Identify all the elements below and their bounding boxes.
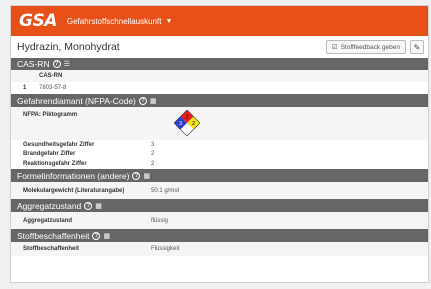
list-icon[interactable]: ☰ [64, 60, 70, 68]
table-row: Aggregatzustand flüssig [11, 212, 428, 229]
row-index: 1 [23, 85, 27, 91]
nfpa-reactivity-value: 2 [192, 121, 195, 127]
section-body-nature: Stoffbeschaffenheit Flüssigkeit [11, 242, 428, 256]
nfpa-flammability-value: 2 [185, 115, 188, 121]
feedback-button[interactable]: ☑ Stofffeedback geben [325, 40, 406, 54]
section-title-state: Aggregatzustand [17, 200, 82, 211]
row-label: Brandgefahr Ziffer [23, 150, 76, 157]
help-icon[interactable]: ? [84, 201, 93, 210]
page-title: Hydrazin, Monohydrat [17, 41, 120, 53]
table-row: Gesundheitsgefahr Ziffer 3 [11, 140, 428, 149]
row-value: 2 [151, 150, 155, 157]
table-row: 1 7803-57-8 [11, 82, 428, 94]
feedback-button-label: Stofffeedback geben [340, 43, 400, 51]
help-icon[interactable]: ? [132, 171, 141, 180]
section-title-nature: Stoffbeschaffenheit [17, 230, 90, 241]
pencil-icon: ✎ [413, 42, 421, 52]
gsa-logo[interactable]: GSA [19, 11, 57, 31]
help-icon[interactable]: ? [138, 96, 147, 105]
section-header-formula[interactable]: Formelinformationen (andere) ? ▦ [11, 169, 428, 182]
nfpa-pictogram-label: NFPA: Piktogramm [23, 112, 78, 118]
table-row: Stoffbeschaffenheit Flüssigkeit [11, 242, 428, 256]
title-actions: ☑ Stofffeedback geben ✎ [325, 40, 424, 54]
app-window: GSA Gefahrstoffschnellauskunft ▼ Hydrazi… [10, 5, 429, 283]
row-label: Reaktionsgefahr Ziffer [23, 160, 87, 167]
check-square-icon: ☑ [331, 44, 338, 51]
cas-column-header: CAS-RN [11, 70, 428, 82]
row-label: Aggregatzustand [23, 217, 73, 224]
row-label: Gesundheitsgefahr Ziffer [23, 141, 95, 148]
section-header-cas[interactable]: CAS-RN ? ☰ [11, 58, 428, 70]
section-body-cas: CAS-RN 1 7803-57-8 [11, 70, 428, 94]
nfpa-pictogram-row: NFPA: Piktogramm 2 3 2 [11, 107, 428, 140]
nfpa-health-value: 3 [179, 121, 182, 127]
row-value: Flüssigkeit [151, 246, 180, 252]
row-value: 2 [151, 160, 155, 167]
row-value: 3 [151, 141, 155, 148]
help-icon[interactable]: ? [52, 60, 61, 68]
table-row: Molekulargewicht (Literaturangabe) 50.1 … [11, 182, 428, 199]
section-header-state[interactable]: Aggregatzustand ? ▦ [11, 199, 428, 212]
top-navbar: GSA Gefahrstoffschnellauskunft ▼ [11, 6, 428, 36]
row-value: flüssig [151, 217, 169, 224]
section-title-formula: Formelinformationen (andere) [17, 170, 130, 181]
title-bar: Hydrazin, Monohydrat ☑ Stofffeedback geb… [11, 36, 428, 58]
row-label: Molekulargewicht (Literaturangabe) [23, 187, 125, 194]
section-body-nfpa: NFPA: Piktogramm 2 3 2 Gesundheitsgefahr… [11, 107, 428, 169]
edit-button[interactable]: ✎ [410, 40, 424, 54]
table-row: Reaktionsgefahr Ziffer 2 [11, 158, 428, 169]
table-row: Brandgefahr Ziffer 2 [11, 149, 428, 158]
section-body-formula: Molekulargewicht (Literaturangabe) 50.1 … [11, 182, 428, 199]
table-icon[interactable]: ▦ [143, 172, 150, 180]
help-icon[interactable]: ? [92, 231, 101, 240]
section-title-cas: CAS-RN [17, 59, 50, 69]
table-icon[interactable]: ▦ [150, 97, 157, 105]
nfpa-diamond-icon: 2 3 2 [174, 110, 200, 136]
table-icon[interactable]: ▦ [95, 202, 102, 210]
table-icon[interactable]: ▦ [103, 232, 110, 240]
app-menu-label[interactable]: Gefahrstoffschnellauskunft [67, 17, 162, 26]
row-label: Stoffbeschaffenheit [23, 246, 80, 252]
cas-value: 7803-57-8 [39, 85, 67, 91]
section-title-nfpa: Gefahrendiamant (NFPA-Code) [17, 95, 136, 106]
section-body-state: Aggregatzustand flüssig [11, 212, 428, 229]
chevron-down-icon[interactable]: ▼ [165, 18, 172, 25]
section-header-nfpa[interactable]: Gefahrendiamant (NFPA-Code) ? ▦ [11, 94, 428, 107]
section-header-nature[interactable]: Stoffbeschaffenheit ? ▦ [11, 229, 428, 242]
row-value: 50.1 g/mol [151, 187, 180, 194]
